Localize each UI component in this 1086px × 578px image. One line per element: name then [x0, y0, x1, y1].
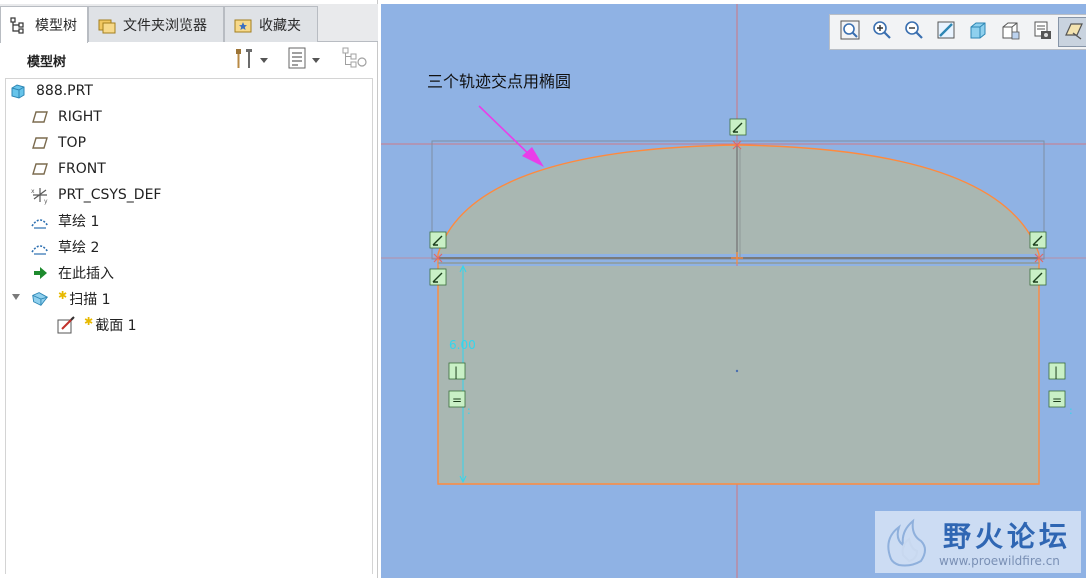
watermark-logo-icon — [887, 518, 926, 567]
refit-button[interactable] — [834, 17, 866, 47]
tree-item-label: 草绘 1 — [58, 214, 100, 230]
zoom-out-icon — [903, 19, 925, 45]
watermark-title: 野火论坛 — [943, 520, 1072, 553]
show-button[interactable] — [286, 47, 320, 73]
graphics-window[interactable]: 6.00 : : | = | = 三个轨迹交点用椭圆 野火论坛 www.proe… — [381, 4, 1086, 578]
model-tree-title: 模型树 — [27, 55, 67, 70]
tangent-constraint-icon — [429, 231, 447, 249]
navigator-tabbar: 模型树 文件夹浏览器 收藏夹 — [0, 4, 378, 43]
navigator-panel: 模型树 文件夹浏览器 收藏夹 模型树 888.PRT RIGHT TOP FRO… — [0, 0, 378, 578]
tangent-constraint-icon — [1029, 268, 1047, 286]
vertical-constraint-badge-right: | — [1048, 362, 1066, 380]
tab-favorites[interactable]: 收藏夹 — [224, 6, 318, 42]
part-icon — [8, 81, 28, 101]
equal-constraint-badge-right: = — [1048, 390, 1066, 408]
zoom-out-button[interactable] — [898, 17, 930, 47]
display-style-button[interactable] — [962, 17, 994, 47]
datum-plane-icon — [30, 133, 50, 153]
tab-folder-browser-label: 文件夹浏览器 — [123, 17, 207, 34]
repaint-button[interactable] — [930, 17, 962, 47]
show-list-icon — [286, 46, 308, 74]
chevron-down-icon — [260, 57, 268, 63]
model-tree: 888.PRT RIGHT TOP FRONT x y PRT_CSYS_DEF… — [5, 78, 373, 574]
collapse-triangle-icon[interactable] — [10, 291, 22, 307]
datum-plane-icon — [30, 107, 50, 127]
tab-folder-browser[interactable]: 文件夹浏览器 — [88, 6, 224, 42]
tab-favorites-label: 收藏夹 — [259, 17, 301, 34]
settings-tools-icon — [232, 46, 256, 74]
tangent-constraint-icon — [429, 268, 447, 286]
svg-text:=: = — [1052, 393, 1062, 407]
tree-item-right[interactable]: RIGHT — [30, 105, 102, 129]
equal-constraint-badge-left: = — [448, 390, 466, 408]
svg-text:y: y — [44, 198, 48, 205]
insert-here-arrow-icon — [30, 263, 50, 283]
display-style-icon — [967, 19, 989, 45]
folder-browser-icon — [97, 15, 117, 35]
tree-item-label: FRONT — [58, 161, 106, 177]
tree-item-label: 截面 1 — [95, 318, 137, 334]
watermark-url: www.proewildfire.cn — [939, 554, 1060, 568]
tree-item-label: RIGHT — [58, 109, 102, 125]
chevron-down-icon — [312, 57, 320, 63]
sketch-view-button[interactable] — [1058, 17, 1086, 47]
saved-orientations-button[interactable] — [994, 17, 1026, 47]
tree-item-label: 888.PRT — [36, 83, 93, 99]
favorites-icon — [233, 15, 253, 35]
new-feature-star-icon: ✱ — [58, 288, 68, 302]
tree-item-csys[interactable]: x y PRT_CSYS_DEF — [30, 183, 161, 207]
repaint-icon — [935, 19, 957, 45]
tree-item-label: 在此插入 — [58, 266, 114, 282]
dimension-tick: : — [1069, 404, 1073, 417]
section-sketch-icon — [56, 315, 76, 335]
tree-item-label: 扫描 1 — [69, 292, 111, 308]
ellipse-section-fill — [438, 145, 1039, 254]
section-center-dot — [735, 369, 739, 373]
tree-item-part[interactable]: 888.PRT — [8, 79, 93, 103]
svg-text:x: x — [31, 188, 35, 195]
tree-item-insert-here[interactable]: 在此插入 — [30, 261, 114, 285]
rectangle-section-fill — [438, 266, 1039, 484]
tree-item-sketch-1[interactable]: 草绘 1 — [30, 209, 99, 233]
vertical-constraint-badge-left: | — [448, 362, 466, 380]
dimension-value: 6.00 — [449, 338, 476, 352]
sweep-feature-icon — [30, 289, 50, 309]
tree-item-label: PRT_CSYS_DEF — [58, 187, 162, 203]
settings-button[interactable] — [232, 47, 268, 73]
zoom-in-icon — [871, 19, 893, 45]
tab-model-tree-label: 模型树 — [35, 18, 77, 34]
tree-item-top[interactable]: TOP — [30, 131, 86, 155]
tree-item-label: TOP — [58, 135, 87, 151]
tree-item-section-1[interactable]: ✱ 截面 1 — [56, 313, 137, 337]
tangent-constraint-icon — [1029, 231, 1047, 249]
svg-text:=: = — [452, 393, 462, 407]
forum-watermark: 野火论坛 www.proewildfire.cn — [875, 511, 1081, 573]
tangent-constraint-icon — [729, 118, 747, 136]
tree-item-sweep-1[interactable]: ✱ 扫描 1 — [10, 287, 111, 311]
dimension-tick: : — [467, 404, 471, 417]
sketch-icon — [30, 211, 50, 231]
sketch-view-icon — [1063, 19, 1085, 45]
svg-text:|: | — [454, 365, 458, 379]
model-tree-header: 模型树 — [0, 42, 378, 76]
model-tree-icon — [9, 15, 29, 35]
tree-item-sketch-2[interactable]: 草绘 2 — [30, 235, 99, 259]
tree-item-label: 草绘 2 — [58, 240, 100, 256]
svg-text:|: | — [1054, 365, 1058, 379]
view-manager-icon — [1031, 19, 1053, 45]
coordinate-system-icon: x y — [30, 185, 50, 205]
sketch-icon — [30, 237, 50, 257]
datum-plane-icon — [30, 159, 50, 179]
zoom-in-button[interactable] — [866, 17, 898, 47]
view-manager-button[interactable] — [1026, 17, 1058, 47]
tab-model-tree[interactable]: 模型树 — [0, 6, 88, 43]
filter-tree-icon — [340, 46, 368, 74]
new-feature-star-icon: ✱ — [84, 314, 94, 328]
saved-orientations-icon — [999, 19, 1021, 45]
refit-icon — [839, 19, 861, 45]
tree-item-front[interactable]: FRONT — [30, 157, 106, 181]
view-toolbar — [829, 14, 1086, 50]
annotation-text: 三个轨迹交点用椭圆 — [427, 72, 572, 91]
filter-tree-button[interactable] — [340, 47, 368, 73]
